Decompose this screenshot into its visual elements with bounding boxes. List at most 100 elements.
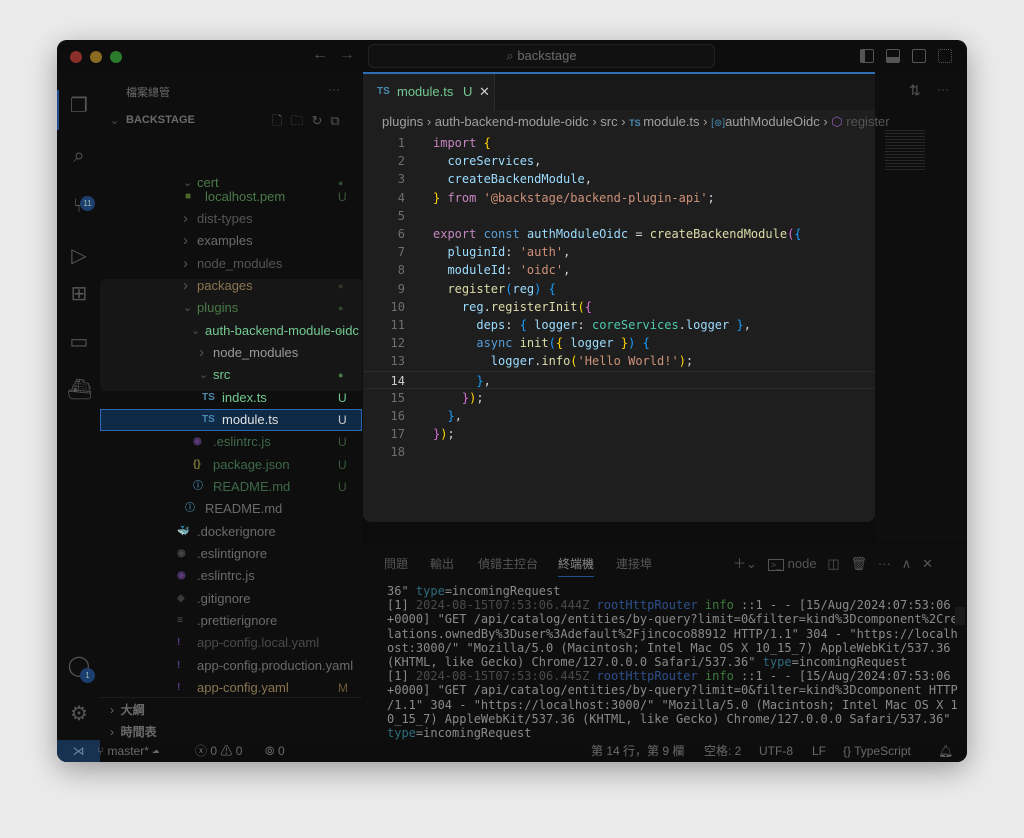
tree-item[interactable]: ! app-config.yaml M xyxy=(100,677,362,699)
toggle-sidebar-icon[interactable] xyxy=(860,49,874,63)
breadcrumb-item[interactable]: module.ts xyxy=(643,114,699,129)
panel-tab[interactable]: 輸出 xyxy=(430,555,454,572)
close-panel-icon[interactable]: ✕ xyxy=(922,556,933,571)
remote-explorer-icon[interactable]: ▭ xyxy=(67,330,91,354)
notifications-bell-icon[interactable]: 🔔︎ xyxy=(938,740,953,762)
code-text: moduleId: 'oidc', xyxy=(433,261,570,279)
remote-indicator-icon[interactable]: ⋊ xyxy=(57,740,100,762)
editor-more-icon[interactable]: ··· xyxy=(937,82,949,96)
tree-item[interactable]: {} package.json U xyxy=(100,454,362,476)
tree-item[interactable]: › node_modules xyxy=(100,253,362,275)
terminal-scrollbar[interactable] xyxy=(955,607,965,625)
terminal-line: [1] 2024-08-15T07:53:06.444Z rootHttpRou… xyxy=(387,598,958,612)
line-number: 9 xyxy=(397,281,405,296)
code-line[interactable]: 11 deps: { logger: coreServices.logger }… xyxy=(363,316,875,334)
chevron-down-icon: ⌄ xyxy=(183,302,193,314)
panel-tab[interactable]: 連接埠 xyxy=(616,555,652,572)
code-line[interactable]: 8 moduleId: 'oidc', xyxy=(363,261,875,279)
ports-indicator[interactable]: ⦾ 0 xyxy=(265,740,285,762)
tree-item[interactable]: ⓘ README.md U xyxy=(100,476,362,498)
docker-icon[interactable]: ⛴ xyxy=(67,378,92,402)
breadcrumb-item[interactable]: auth-backend-module-oidc xyxy=(435,114,589,129)
indentation[interactable]: 空格: 2 xyxy=(704,740,741,762)
code-line[interactable]: 1 import { xyxy=(363,134,875,152)
sync-cloud-icon[interactable]: ☁ xyxy=(152,744,159,758)
code-line[interactable]: 10 reg.registerInit({ xyxy=(363,298,875,316)
tree-item[interactable]: › node_modules xyxy=(100,342,362,364)
close-window-button[interactable] xyxy=(70,51,82,63)
breadcrumb-item[interactable]: authModuleOidc xyxy=(725,114,820,129)
line-number: 11 xyxy=(390,318,405,332)
code-line[interactable]: 13 logger.info('Hello World!'); xyxy=(363,352,875,370)
tree-item[interactable]: ! app-config.local.yaml xyxy=(100,632,362,654)
tree-item[interactable]: › packages ● xyxy=(100,275,362,297)
encoding[interactable]: UTF-8 xyxy=(759,740,793,762)
toggle-secondary-sidebar-icon[interactable] xyxy=(912,49,926,63)
code-line[interactable]: 6 export const authModuleOidc = createBac… xyxy=(363,225,875,243)
code-line[interactable]: 3 createBackendModule, xyxy=(363,170,875,188)
tree-item[interactable]: ◉ .eslintrc.js U xyxy=(100,431,362,453)
breadcrumb-item[interactable]: plugins xyxy=(382,114,423,129)
tree-item[interactable]: ⓘ README.md xyxy=(100,498,362,520)
code-line[interactable]: 14 }, xyxy=(363,370,875,389)
outline-section[interactable]: › 大綱 xyxy=(110,701,145,718)
tree-item[interactable]: ⌄ auth-backend-module-oidc ● xyxy=(100,320,362,342)
code-line[interactable]: 5 xyxy=(363,207,875,225)
run-debug-icon[interactable]: ▷ xyxy=(67,244,91,268)
tab-module-ts[interactable]: TS module.ts U ✕ xyxy=(363,74,495,110)
tree-item[interactable]: › dist-types xyxy=(100,208,362,230)
code-line[interactable]: 9 register(reg) { xyxy=(363,280,875,298)
tree-item[interactable]: ! app-config.production.yaml xyxy=(100,655,362,677)
new-terminal-icon[interactable]: ＋⌄ xyxy=(733,556,757,571)
minimap[interactable] xyxy=(885,130,925,170)
panel-tab[interactable]: 問題 xyxy=(384,555,408,572)
command-center-search[interactable]: ⌕ backstage xyxy=(368,44,715,68)
code-line[interactable]: 15 }); xyxy=(363,389,875,407)
language-mode[interactable]: {} TypeScript xyxy=(843,740,911,762)
kill-terminal-icon[interactable]: 🗑 xyxy=(851,556,868,571)
tree-item[interactable]: ⌄ plugins ● xyxy=(100,297,362,319)
tree-item[interactable]: › examples xyxy=(100,230,362,252)
code-line[interactable]: 18 xyxy=(363,443,875,461)
line-ending[interactable]: LF xyxy=(812,740,826,762)
breadcrumb-item[interactable]: src xyxy=(600,114,617,129)
timeline-section[interactable]: › 時間表 xyxy=(110,723,157,740)
tree-item[interactable]: 🐳 .dockerignore xyxy=(100,521,362,543)
terminal-name[interactable]: node xyxy=(788,556,817,571)
code-token: coreServices xyxy=(433,154,535,169)
breadcrumb-item[interactable]: register xyxy=(846,114,889,129)
bottom-sections: › 大綱 › 時間表 xyxy=(100,697,362,740)
settings-gear-icon[interactable]: ⚙ xyxy=(67,702,91,726)
code-line[interactable]: 7 pluginId: 'auth', xyxy=(363,243,875,261)
tree-item[interactable]: ◉ .eslintignore xyxy=(100,543,362,565)
customize-layout-icon[interactable] xyxy=(938,49,952,63)
code-line[interactable]: 17}); xyxy=(363,425,875,443)
panel-more-icon[interactable]: ··· xyxy=(878,556,891,571)
branch-indicator[interactable]: ⑂ master* ☁ xyxy=(97,740,159,762)
tree-item[interactable]: ◆ .gitignore xyxy=(100,588,362,610)
tree-item[interactable]: TS module.ts U xyxy=(100,409,362,431)
tree-item[interactable]: ⌄ src ● xyxy=(100,364,362,386)
search-icon[interactable]: ⌕ xyxy=(67,144,91,168)
panel-tab[interactable]: 偵錯主控台 xyxy=(478,555,538,572)
tree-item[interactable]: TS index.ts U xyxy=(100,387,362,409)
code-line[interactable]: 16 }, xyxy=(363,407,875,425)
maximize-panel-icon[interactable]: ∧ xyxy=(902,556,912,571)
tree-item[interactable]: ≡ .prettierignore xyxy=(100,610,362,632)
problems-indicator[interactable]: ⓧ 0 ⚠ 0 xyxy=(195,740,242,762)
toggle-panel-icon[interactable] xyxy=(886,49,900,63)
terminal-output[interactable]: 36" type=incomingRequest [1] 2024-08-15T0… xyxy=(387,584,958,740)
tree-item[interactable]: ◉ .eslintrc.js xyxy=(100,565,362,587)
compare-changes-icon[interactable]: ⇅ xyxy=(909,82,921,99)
tree-item[interactable]: ■ localhost.pem U xyxy=(100,186,362,208)
extensions-icon[interactable]: ⊞ xyxy=(67,282,91,306)
explorer-icon[interactable]: ❐ xyxy=(67,94,91,118)
cursor-position[interactable]: 第 14 行，第 9 欄 xyxy=(591,740,684,762)
code-line[interactable]: 4} from '@backstage/backend-plugin-api'; xyxy=(363,189,875,207)
split-terminal-icon[interactable]: ◫ xyxy=(827,556,839,571)
close-tab-icon[interactable]: ✕ xyxy=(479,74,490,110)
code-token: async xyxy=(433,336,520,351)
code-line[interactable]: 12 async init({ logger }) { xyxy=(363,334,875,352)
code-line[interactable]: 2 coreServices, xyxy=(363,152,875,170)
panel-tab[interactable]: 終端機 xyxy=(558,555,595,577)
